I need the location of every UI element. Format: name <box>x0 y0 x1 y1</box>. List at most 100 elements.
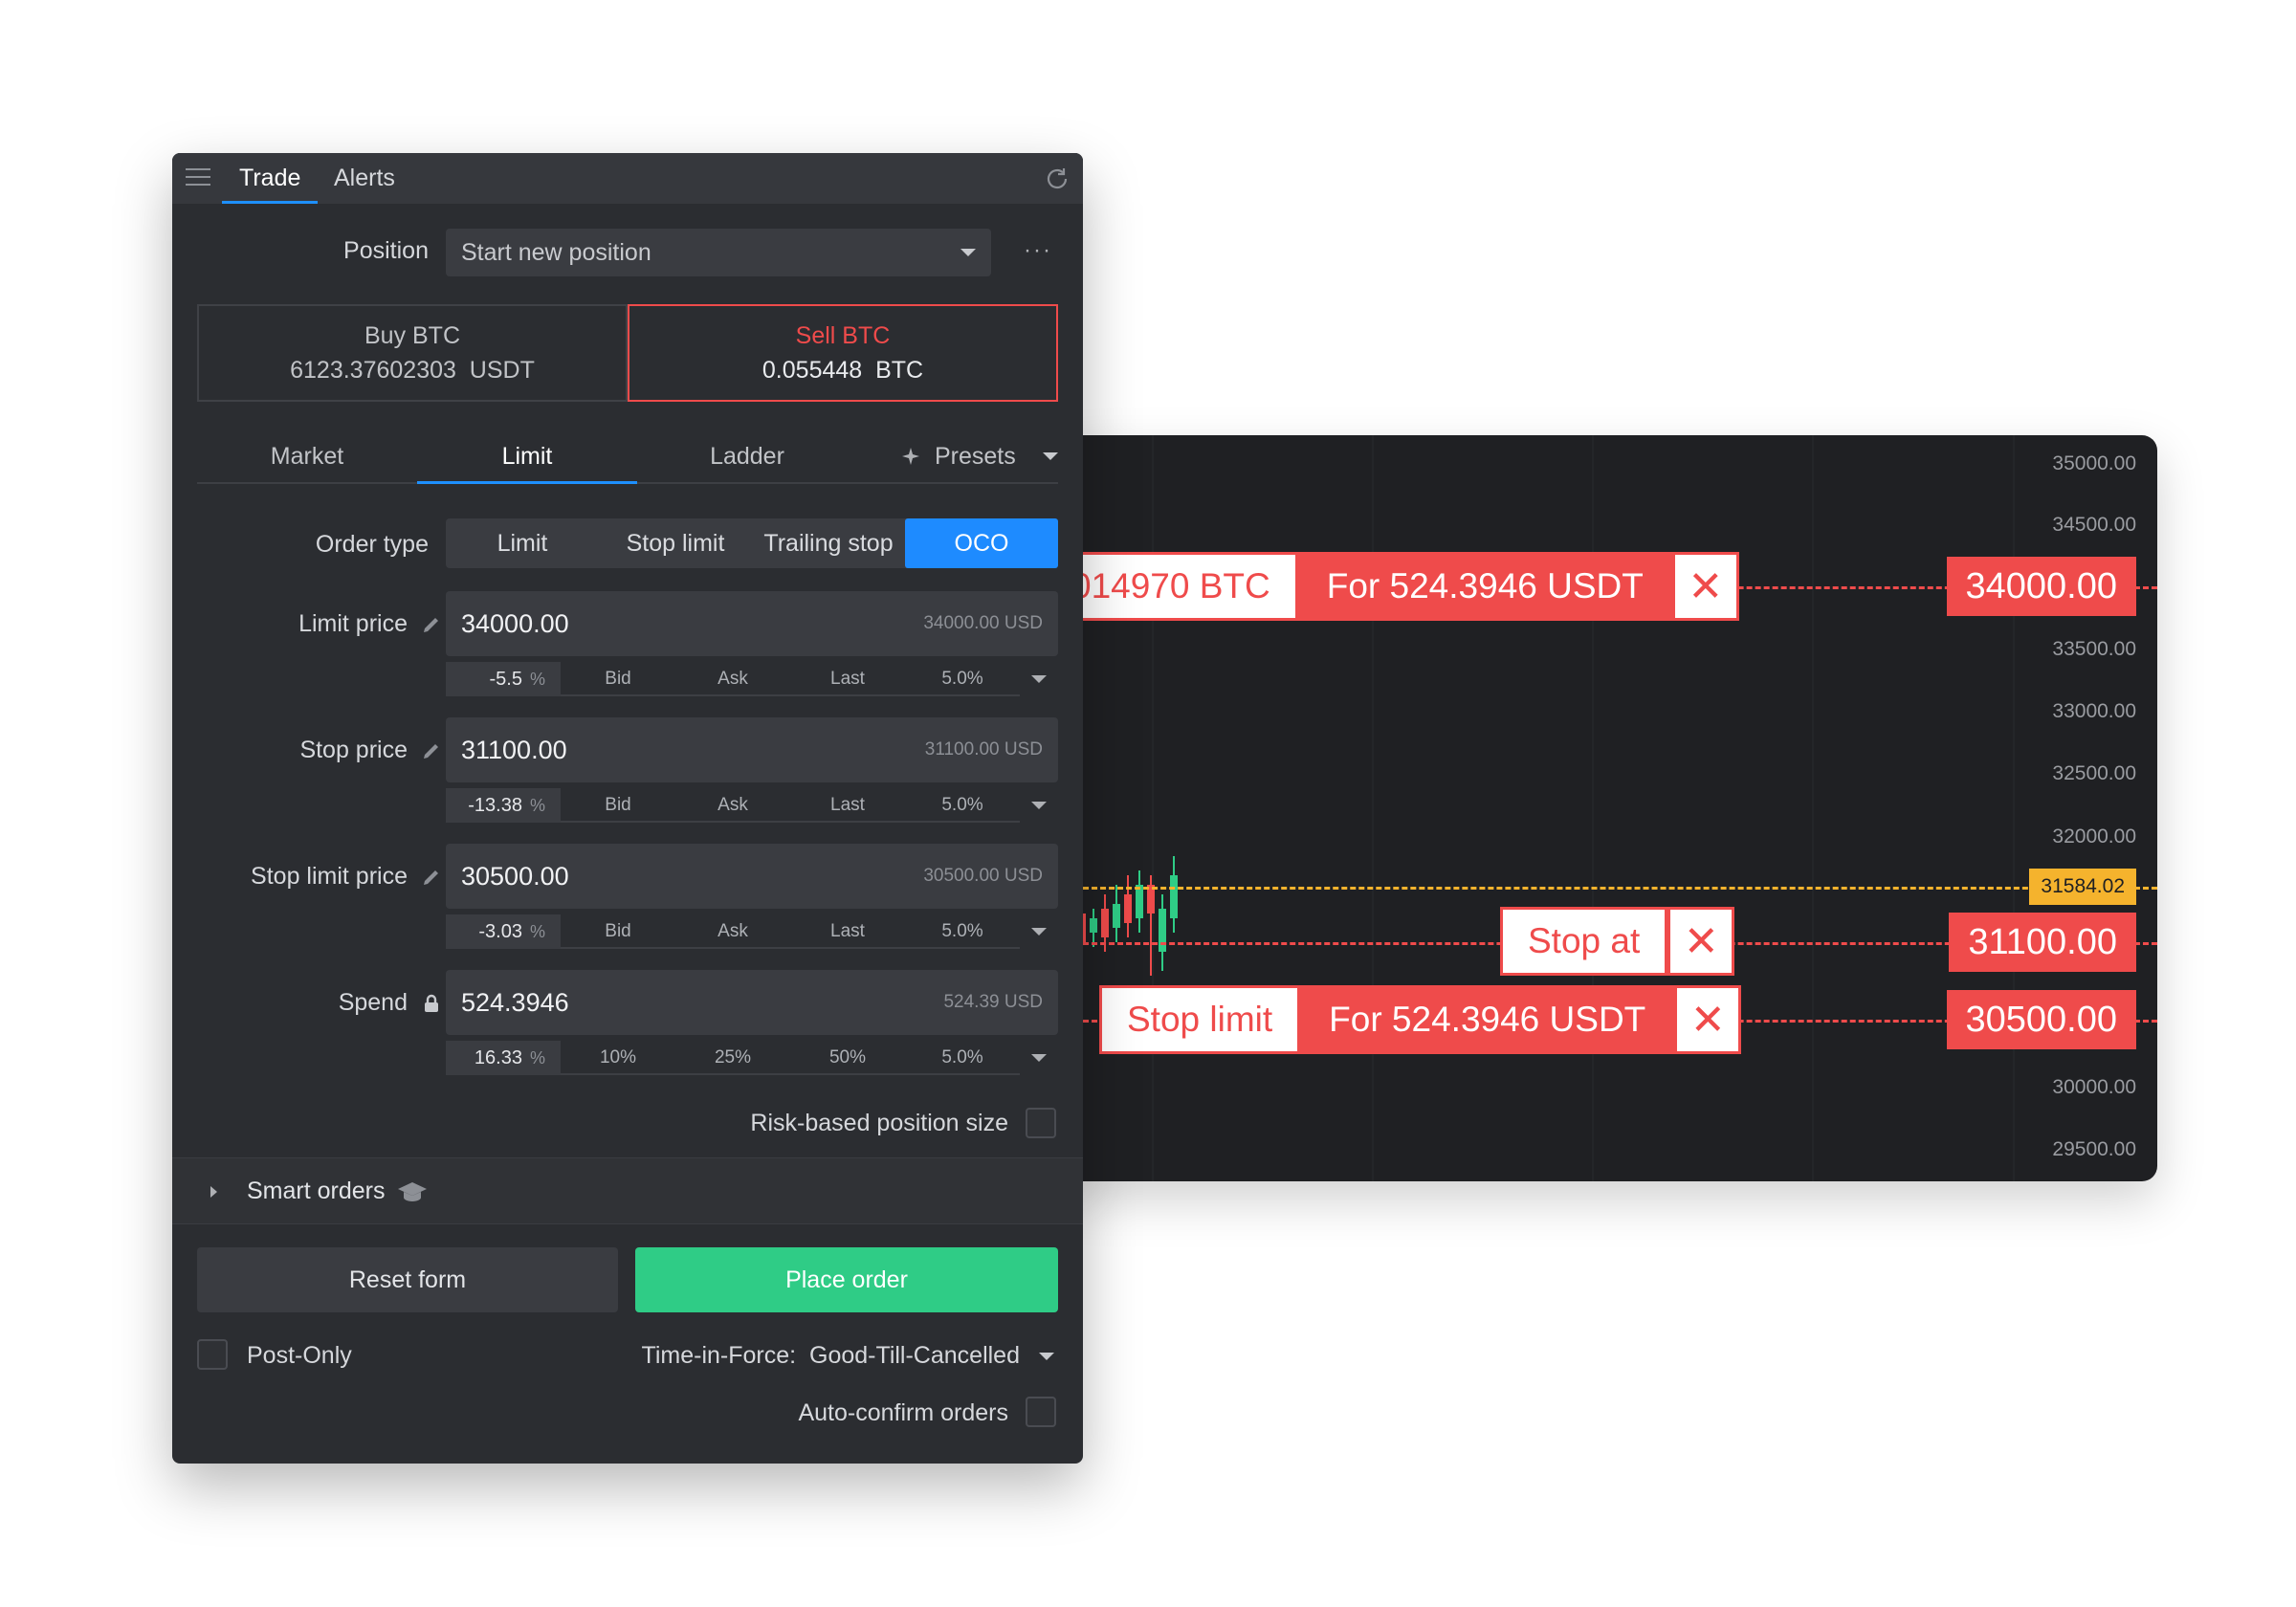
price-input-value: 524.3946 <box>461 987 569 1017</box>
stop-limit-order-text: Stop limit <box>1099 985 1301 1054</box>
lock-icon <box>425 995 438 1013</box>
tab-limit[interactable]: Limit <box>417 429 637 484</box>
position-value: Start new position <box>461 238 651 266</box>
chevron-down-icon[interactable] <box>1020 1041 1058 1075</box>
buy-btc-button[interactable]: Buy BTC 6123.37602303 USDT <box>197 304 628 402</box>
chevron-down-icon <box>1039 1352 1054 1360</box>
field-label: Limit price <box>298 610 442 638</box>
stop-limit-order-price-tag[interactable]: 30500.00 <box>1946 990 2136 1049</box>
limit-order-label[interactable]: 014970 BTC For 524.3946 USDT ✕ <box>1057 552 1739 621</box>
chevron-down-icon <box>960 249 976 256</box>
menu-icon[interactable] <box>186 168 210 187</box>
quick-option[interactable]: Ask <box>675 788 790 823</box>
more-options-icon[interactable]: ··· <box>1024 237 1052 264</box>
position-select[interactable]: Start new position <box>446 229 991 276</box>
cancel-stop-limit-order-icon[interactable]: ✕ <box>1674 985 1742 1054</box>
auto-confirm-checkbox[interactable] <box>1026 1397 1056 1427</box>
y-axis-label: 33000.00 <box>2052 700 2136 722</box>
quick-option[interactable]: 5.0% <box>905 914 1020 949</box>
quick-option[interactable]: Ask <box>675 914 790 949</box>
order-type-stop-limit[interactable]: Stop limit <box>599 518 752 568</box>
place-order-button[interactable]: Place order <box>635 1247 1058 1312</box>
price-input[interactable]: 524.3946 524.39 USD <box>446 970 1058 1035</box>
time-in-force-dropdown[interactable]: Time-in-Force: Good-Till-Cancelled <box>642 1342 1054 1370</box>
quick-option[interactable]: Bid <box>561 914 675 949</box>
percent-input[interactable]: -5.5% <box>446 662 561 696</box>
tab-trade[interactable]: Trade <box>222 153 319 204</box>
presets-dropdown[interactable]: Presets <box>900 429 1058 484</box>
chevron-down-icon <box>1042 452 1058 460</box>
percent-input[interactable]: 16.33% <box>446 1041 561 1075</box>
chevron-down-icon[interactable] <box>1020 914 1058 949</box>
price-input[interactable]: 34000.00 34000.00 USD <box>446 591 1058 656</box>
field-label: Spend <box>339 989 442 1017</box>
post-only-label: Post-Only <box>247 1342 352 1369</box>
y-axis-label: 35000.00 <box>2052 452 2136 474</box>
stop-limit-order-label[interactable]: Stop limit For 524.3946 USDT ✕ <box>1099 985 1742 1054</box>
price-input[interactable]: 30500.00 30500.00 USD <box>446 844 1058 909</box>
candle-body <box>1170 875 1178 918</box>
tab-alerts[interactable]: Alerts <box>334 153 395 204</box>
quick-option[interactable]: 5.0% <box>905 662 1020 696</box>
y-axis-label: 32500.00 <box>2052 762 2136 784</box>
limit-order-total: For 524.3946 USDT <box>1297 552 1672 621</box>
quick-option[interactable]: 25% <box>675 1041 790 1075</box>
chevron-down-icon[interactable] <box>1020 662 1058 696</box>
refresh-icon[interactable] <box>1043 165 1071 193</box>
stop-order-label[interactable]: Stop at ✕ <box>1500 907 1735 976</box>
percent-value: -13.38 <box>468 794 522 816</box>
percent-input[interactable]: -3.03% <box>446 914 561 949</box>
price-chart[interactable]: 35000.00 34500.00 33500.00 33000.00 32500.00… <box>1057 435 2157 1181</box>
order-type-oco[interactable]: OCO <box>905 518 1058 568</box>
price-input[interactable]: 31100.00 31100.00 USD <box>446 717 1058 782</box>
order-type-trailing-stop[interactable]: Trailing stop <box>752 518 905 568</box>
order-type-limit[interactable]: Limit <box>446 518 599 568</box>
quick-option[interactable]: 5.0% <box>905 788 1020 823</box>
panel-header: Trade Alerts <box>172 153 1083 204</box>
quick-option[interactable]: Last <box>790 914 905 949</box>
pipette-icon[interactable] <box>421 614 442 635</box>
quick-option[interactable]: 10% <box>561 1041 675 1075</box>
candle-body <box>1124 894 1132 923</box>
candle-body <box>1090 918 1097 933</box>
tab-market[interactable]: Market <box>197 429 417 484</box>
candle-body <box>1113 904 1120 928</box>
quick-option[interactable]: Bid <box>561 788 675 823</box>
chevron-down-icon[interactable] <box>1020 788 1058 823</box>
quick-option[interactable]: Bid <box>561 662 675 696</box>
field-label: Stop limit price <box>251 863 442 891</box>
candle-body <box>1159 909 1166 952</box>
field-label-text: Limit price <box>298 610 408 637</box>
position-label: Position <box>343 237 429 264</box>
tab-ladder[interactable]: Ladder <box>637 429 857 484</box>
order-mode-tabs: Market Limit Ladder Presets <box>197 429 1058 484</box>
pipette-icon[interactable] <box>421 740 442 761</box>
price-input-value: 30500.00 <box>461 861 569 891</box>
quick-option[interactable]: 50% <box>790 1041 905 1075</box>
pipette-icon[interactable] <box>421 867 442 888</box>
price-input-hint: 31100.00 USD <box>924 739 1043 759</box>
post-only-checkbox[interactable] <box>197 1339 228 1370</box>
percent-value: 16.33 <box>474 1046 522 1068</box>
quick-option[interactable]: Last <box>790 662 905 696</box>
limit-order-price-tag[interactable]: 34000.00 <box>1946 557 2136 616</box>
sell-btc-button[interactable]: Sell BTC 0.055448 BTC <box>628 304 1058 402</box>
cancel-limit-order-icon[interactable]: ✕ <box>1671 552 1739 621</box>
reset-form-button[interactable]: Reset form <box>197 1247 618 1312</box>
y-axis-label: 30000.00 <box>2052 1076 2136 1098</box>
quick-option[interactable]: Ask <box>675 662 790 696</box>
smart-orders-section[interactable]: Smart orders <box>172 1157 1083 1224</box>
percent-value: -5.5 <box>489 668 522 690</box>
y-axis-label: 33500.00 <box>2052 638 2136 660</box>
percent-input[interactable]: -13.38% <box>446 788 561 823</box>
y-axis-label: 29500.00 <box>2052 1138 2136 1160</box>
canvas: 35000.00 34500.00 33500.00 33000.00 32500.00… <box>0 0 2296 1607</box>
quick-option[interactable]: Last <box>790 788 905 823</box>
field-label-text: Stop limit price <box>251 863 408 890</box>
stop-order-price-tag[interactable]: 31100.00 <box>1949 913 2136 972</box>
price-input-hint: 524.39 USD <box>943 992 1043 1012</box>
cancel-stop-order-icon[interactable]: ✕ <box>1667 907 1735 976</box>
risk-position-size-checkbox[interactable] <box>1026 1108 1056 1138</box>
quick-option[interactable]: 5.0% <box>905 1041 1020 1075</box>
sell-title: Sell BTC <box>795 322 891 349</box>
